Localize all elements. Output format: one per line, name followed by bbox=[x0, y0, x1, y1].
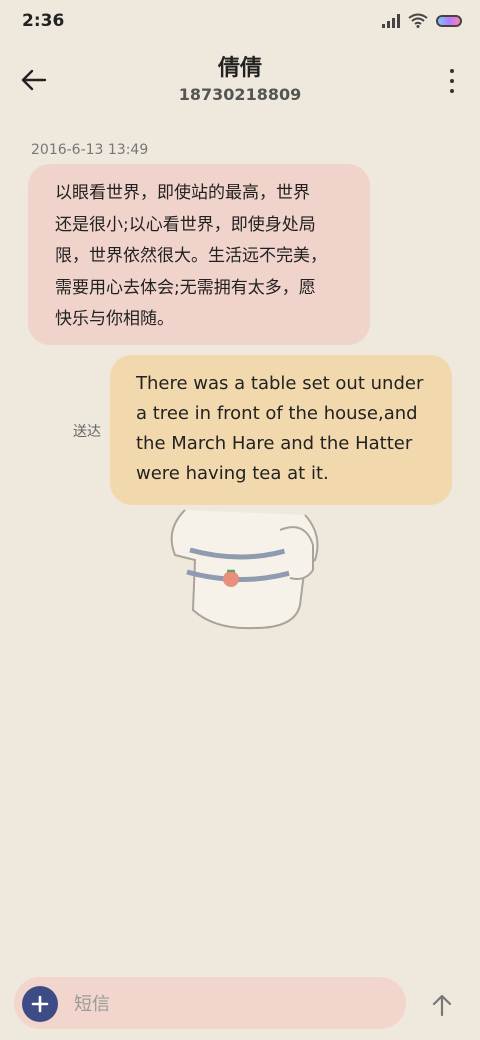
message-line: 还是很小;以心看世界，即使身处局 bbox=[55, 214, 316, 235]
message-line: 以眼看世界，即使站的最高，世界 bbox=[55, 183, 310, 203]
message-line: There was a table set out under bbox=[136, 373, 424, 394]
arrow-up-icon bbox=[432, 994, 452, 1016]
message-line: 需要用心去体会;无需拥有太多，愿 bbox=[55, 277, 316, 298]
message-line: 快乐与你相随。 bbox=[55, 309, 174, 329]
more-vertical-dot bbox=[450, 79, 454, 83]
delivery-status: 送达 bbox=[73, 424, 101, 440]
wifi-icon bbox=[408, 13, 428, 28]
outgoing-message-bubble[interactable]: There was a table set out under a tree i… bbox=[110, 355, 452, 505]
more-options-button[interactable] bbox=[444, 66, 460, 96]
message-line: 限，世界依然很大。生活远不完美， bbox=[55, 246, 327, 266]
message-timestamp: 2016-6-13 13:49 bbox=[31, 142, 149, 158]
signal-icon bbox=[382, 13, 400, 28]
status-time: 2:36 bbox=[22, 11, 65, 31]
send-button[interactable] bbox=[426, 988, 458, 1022]
message-line: the March Hare and the Hatter bbox=[136, 433, 413, 454]
status-bar: 2:36 bbox=[0, 0, 480, 44]
conversation-header: 倩倩 18730218809 bbox=[0, 52, 480, 112]
message-line: were having tea at it. bbox=[136, 463, 329, 484]
message-line: a tree in front of the house,and bbox=[136, 403, 418, 424]
contact-name: 倩倩 bbox=[217, 56, 262, 81]
status-icons bbox=[382, 13, 462, 28]
plus-icon bbox=[31, 995, 49, 1013]
more-vertical-icon bbox=[450, 69, 454, 73]
battery-icon bbox=[436, 14, 462, 27]
contact-number: 18730218809 bbox=[178, 85, 302, 104]
incoming-message-bubble[interactable]: 以眼看世界，即使站的最高，世界 还是很小;以心看世界，即使身处局 限，世界依然很… bbox=[28, 164, 370, 345]
contact-title: 倩倩 18730218809 bbox=[0, 54, 480, 106]
message-composer bbox=[14, 977, 406, 1029]
add-attachment-button[interactable] bbox=[22, 986, 58, 1022]
message-input[interactable] bbox=[72, 983, 396, 1025]
more-vertical-dot bbox=[450, 89, 454, 93]
